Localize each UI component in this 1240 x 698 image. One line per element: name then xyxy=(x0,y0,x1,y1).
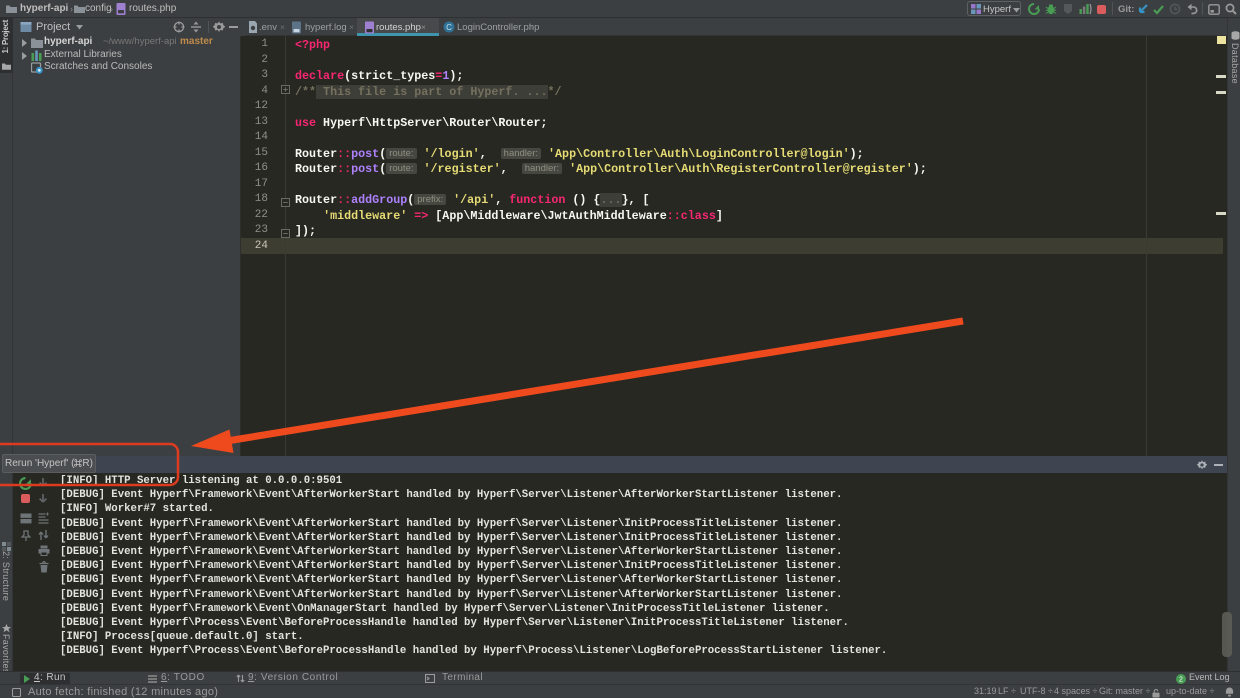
svg-text:C: C xyxy=(446,23,452,32)
svg-text:2: 2 xyxy=(1179,677,1183,684)
